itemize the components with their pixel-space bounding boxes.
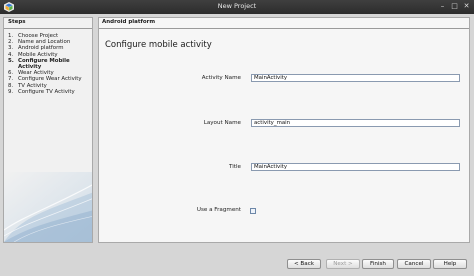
layout-name-field[interactable] (251, 119, 460, 127)
title-label: Title (229, 164, 241, 170)
content-divider (99, 28, 469, 29)
title-bar: New Project – □ ✕ (0, 0, 474, 14)
window-title: New Project (217, 2, 257, 10)
button-bar: < Back Next > Finish Cancel Help (0, 256, 474, 276)
maximize-button[interactable]: □ (450, 2, 459, 11)
steps-header: Steps (8, 19, 26, 25)
layout-name-label: Layout Name (203, 120, 241, 126)
steps-panel: Steps 1. Choose Project 2. Name and Locatio… (3, 17, 93, 243)
close-button[interactable]: ✕ (462, 2, 471, 11)
decorative-wave-graphic (4, 172, 92, 242)
cancel-button[interactable]: Cancel (397, 259, 431, 269)
use-fragment-checkbox[interactable] (250, 208, 256, 214)
finish-button[interactable]: Finish (362, 259, 394, 269)
step-number: 9. (8, 88, 14, 95)
use-fragment-label: Use a Fragment (196, 207, 241, 213)
minimize-button[interactable]: – (438, 2, 447, 11)
title-field[interactable] (251, 163, 460, 171)
content-header: Android platform (102, 19, 156, 25)
back-button[interactable]: < Back (287, 259, 321, 269)
steps-divider (4, 28, 92, 29)
step-label: Configure Mobile Activity (18, 57, 70, 71)
content-panel: Android platform Configure mobile activi… (98, 17, 470, 243)
step-number: 5. (8, 57, 14, 64)
activity-name-field[interactable] (251, 74, 460, 82)
step-item: 9. Configure TV Activity (8, 89, 92, 95)
page-title: Configure mobile activity (105, 40, 212, 50)
next-button[interactable]: Next > (326, 259, 360, 269)
step-item-active: 5. Configure Mobile Activity (8, 58, 92, 70)
steps-list: 1. Choose Project 2. Name and Location 3. And… (8, 33, 92, 95)
dialog-client-area: Steps 1. Choose Project 2. Name and Locatio… (0, 14, 474, 276)
help-button[interactable]: Help (433, 259, 467, 269)
activity-name-label: Activity Name (201, 75, 241, 81)
step-label: Configure TV Activity (18, 88, 75, 95)
